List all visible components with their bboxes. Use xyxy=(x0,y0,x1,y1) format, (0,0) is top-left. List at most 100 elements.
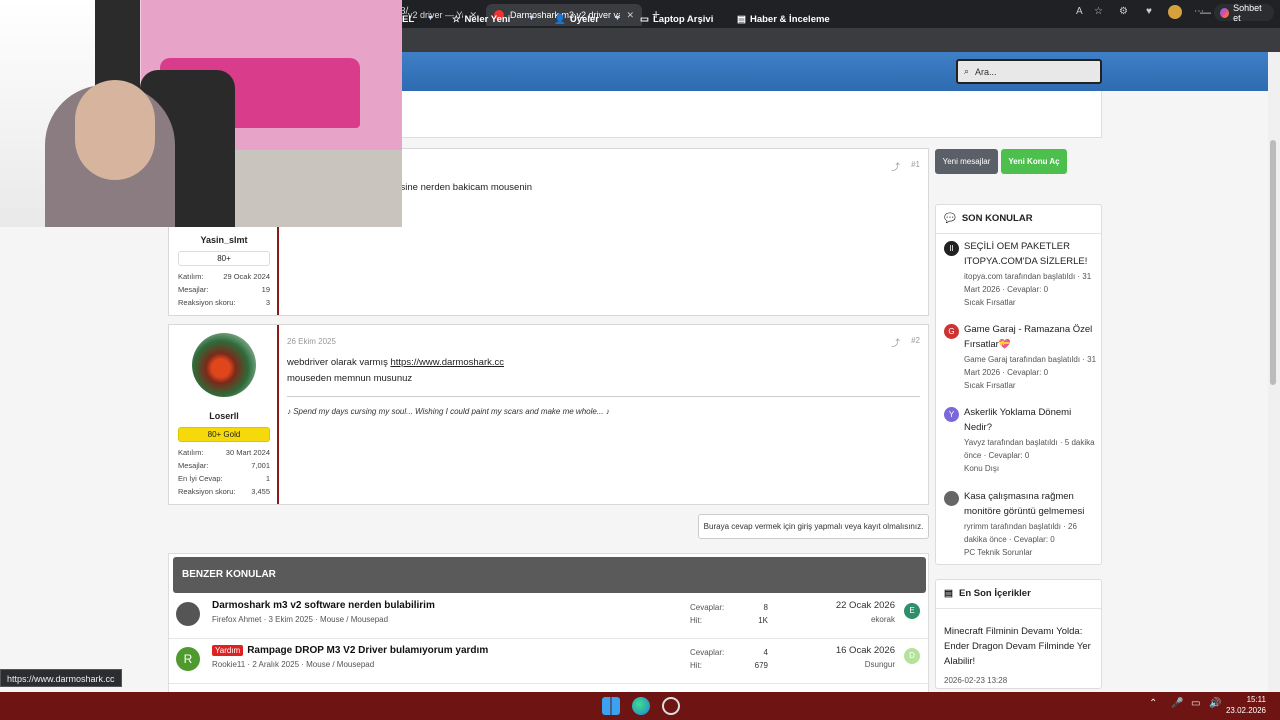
profile-avatar[interactable] xyxy=(1168,5,1182,19)
tray-chevron-icon[interactable]: ⌃ xyxy=(1149,698,1157,709)
nav-item-haber-inceleme[interactable]: ▤ Haber & İnceleme xyxy=(737,14,830,25)
thread-meta: Rookie11 · 2 Aralık 2025 · Mouse / Mouse… xyxy=(212,660,375,669)
stat-value: 3 xyxy=(265,298,270,307)
nav-label: Neler Yeni xyxy=(464,14,511,25)
chevron-down-icon[interactable]: ▼ xyxy=(614,15,621,22)
recent-thread-title[interactable]: Askerlik Yoklama Dönemi Nedir? xyxy=(964,405,1099,435)
chevron-down-icon[interactable]: ▼ xyxy=(427,15,434,22)
thread-title[interactable]: Yardım Rampage DROP M3 V2 Driver bulamıyo… xyxy=(212,645,488,656)
search-input[interactable]: ⌕ Ara... xyxy=(956,59,1102,84)
thread-title-text[interactable]: Rampage DROP M3 V2 Driver bulamıyorum ya… xyxy=(247,645,488,656)
edge-browser-icon[interactable] xyxy=(632,697,650,715)
user-stat-row: Mesajlar: 7,001 xyxy=(178,461,270,470)
username[interactable]: Loserll xyxy=(169,411,279,421)
recent-threads-title: SON KONULAR xyxy=(961,213,1033,224)
taskbar-clock[interactable]: 15:11 23.02.2026 xyxy=(1226,694,1266,716)
close-tab-icon[interactable]: ✕ xyxy=(626,10,634,21)
signature-divider xyxy=(287,396,920,397)
chevron-down-icon[interactable]: ▼ xyxy=(528,15,535,22)
share-icon[interactable]: ⤴ xyxy=(891,336,900,349)
nav-item-neler-yeni[interactable]: ☆ Neler Yeni xyxy=(452,14,510,25)
signature: ♪ Spend my days cursing my soul... Wishi… xyxy=(287,407,610,416)
table-row[interactable]: R Yardım Rampage DROP M3 V2 Driver bulamı… xyxy=(169,639,930,684)
stat-value: 19 xyxy=(261,285,270,294)
favorites-icon[interactable]: ♥ xyxy=(1146,6,1152,17)
recent-thread-title[interactable]: Kasa çalışmasına rağmen monitöre görüntü… xyxy=(964,489,1099,519)
windows-start-icon[interactable] xyxy=(602,697,620,715)
avatar[interactable] xyxy=(192,333,256,397)
help-tag[interactable]: Yardım xyxy=(212,645,244,656)
last-post-user[interactable]: Dsungur xyxy=(865,660,895,669)
stat-label: Reaksiyon skoru: xyxy=(178,487,236,496)
last-user-avatar[interactable]: D xyxy=(904,648,920,664)
volume-icon[interactable]: 🔊 xyxy=(1209,698,1221,709)
recent-thread-meta: ryrimm tarafından başlatıldı · 26 dakika… xyxy=(964,522,1077,544)
gamegaraj-avatar[interactable]: G xyxy=(944,324,959,339)
nav-label: Haber & İnceleme xyxy=(749,14,830,25)
username[interactable]: Yasin_slmt xyxy=(169,235,279,245)
recent-thread-forum[interactable]: Sıcak Fırsatlar xyxy=(964,296,1099,309)
clock-date: 23.02.2026 xyxy=(1225,706,1266,715)
share-icon[interactable]: ⤴ xyxy=(891,160,900,173)
post-text-line1: webdriver olarak varmış https://www.darm… xyxy=(287,357,504,368)
last-post-user[interactable]: ekorak xyxy=(871,615,895,624)
network-icon[interactable]: ▭ xyxy=(1191,698,1200,709)
user-avatar[interactable]: Y xyxy=(944,407,959,422)
user-stat-row: Reaksiyon skoru: 3 xyxy=(178,298,270,307)
stat-value: 30 Mart 2024 xyxy=(225,448,270,457)
post-user-pane: Loserll 80+ Gold Katılım: 30 Mart 2024 Me… xyxy=(169,325,279,504)
itopya-avatar[interactable]: II xyxy=(944,241,959,256)
recent-thread-title[interactable]: Game Garaj - Ramazana Özel Fırsatlar💝 xyxy=(964,322,1099,352)
recent-thread-title[interactable]: SEÇİLİ OEM PAKETLER ITOPYA.COM'DA SİZLER… xyxy=(964,239,1099,269)
avatar[interactable] xyxy=(176,602,200,626)
recent-thread-forum[interactable]: Sıcak Fırsatlar xyxy=(964,379,1099,392)
last-post-date[interactable]: 22 Ocak 2026 xyxy=(836,600,895,611)
user-badge: 80+ xyxy=(178,251,270,266)
similar-threads-title: BENZER KONULAR xyxy=(173,557,926,593)
nav-item-laptop-arsivi[interactable]: ▭ Laptop Arşivi xyxy=(640,14,713,25)
search-icon: ⌕ xyxy=(964,66,970,76)
user-stat-row: Katılım: 29 Ocak 2024 xyxy=(178,272,270,281)
stat-label: Reaksiyon skoru: xyxy=(178,298,236,307)
replies-label: Cevaplar: xyxy=(690,648,725,657)
post-text-prefix: webdriver olarak varmış xyxy=(287,357,391,368)
copilot-button[interactable]: Sohbet et xyxy=(1214,3,1274,23)
user-stat-row: Reaksiyon skoru: 3,455 xyxy=(178,487,270,496)
more-menu-icon[interactable]: ⋯ xyxy=(1194,6,1204,17)
new-thread-button[interactable]: Yeni Konu Aç xyxy=(1001,149,1067,174)
nav-item-uyeler[interactable]: 👤 Üyeler xyxy=(554,14,599,25)
user-avatar[interactable] xyxy=(944,491,959,506)
extensions-icon[interactable]: ⚙ xyxy=(1119,6,1128,17)
replies-count: 4 xyxy=(763,648,768,657)
stat-label: Katılım: xyxy=(178,448,204,457)
post-link[interactable]: https://www.darmoshark.cc xyxy=(390,357,504,368)
read-aloud-icon[interactable]: A xyxy=(1076,6,1083,17)
microphone-icon[interactable]: 🎤 xyxy=(1171,698,1183,709)
nav-item-el[interactable]: EL xyxy=(402,14,414,25)
latest-content-item[interactable]: Minecraft Filminin Devamı Yolda: Ender D… xyxy=(944,624,1099,669)
post-number[interactable]: #1 xyxy=(911,160,920,169)
laptop-icon: ▭ xyxy=(640,14,649,25)
recent-thread-meta: Yavyz tarafından başlatıldı · 5 dakika ö… xyxy=(964,438,1095,460)
chrome-app-icon[interactable] xyxy=(662,697,680,715)
post-number[interactable]: #2 xyxy=(911,336,920,345)
similar-threads: BENZER KONULAR Darmoshark m3 v2 software… xyxy=(168,553,930,693)
avatar[interactable]: R xyxy=(176,647,200,671)
post-date[interactable]: 26 Ekim 2025 xyxy=(287,337,336,346)
stat-label: Mesajlar: xyxy=(178,285,209,294)
new-posts-button[interactable]: Yeni mesajlar xyxy=(935,149,998,174)
user-stat-row: Mesajlar: 19 xyxy=(178,285,270,294)
thread-title-text[interactable]: Darmoshark m3 v2 software nerden bulabil… xyxy=(212,600,435,611)
stat-value: 1 xyxy=(265,474,270,483)
favorite-star-icon[interactable]: ☆ xyxy=(1094,6,1103,17)
last-post-date[interactable]: 16 Ocak 2026 xyxy=(836,645,895,656)
recent-thread-forum[interactable]: Konu Dışı xyxy=(964,462,1099,475)
last-user-avatar[interactable]: E xyxy=(904,603,920,619)
table-row[interactable]: Darmoshark m3 v2 software nerden bulabil… xyxy=(169,594,930,639)
search-placeholder: Ara... xyxy=(975,66,997,77)
reply-login-note[interactable]: Buraya cevap vermek için giriş yapmalı v… xyxy=(698,514,929,539)
user-badge: 80+ Gold xyxy=(178,427,270,442)
thread-title[interactable]: Darmoshark m3 v2 software nerden bulabil… xyxy=(212,600,435,611)
scrollbar-thumb[interactable] xyxy=(1270,140,1276,385)
recent-thread-forum[interactable]: PC Teknik Sorunlar xyxy=(964,546,1099,559)
